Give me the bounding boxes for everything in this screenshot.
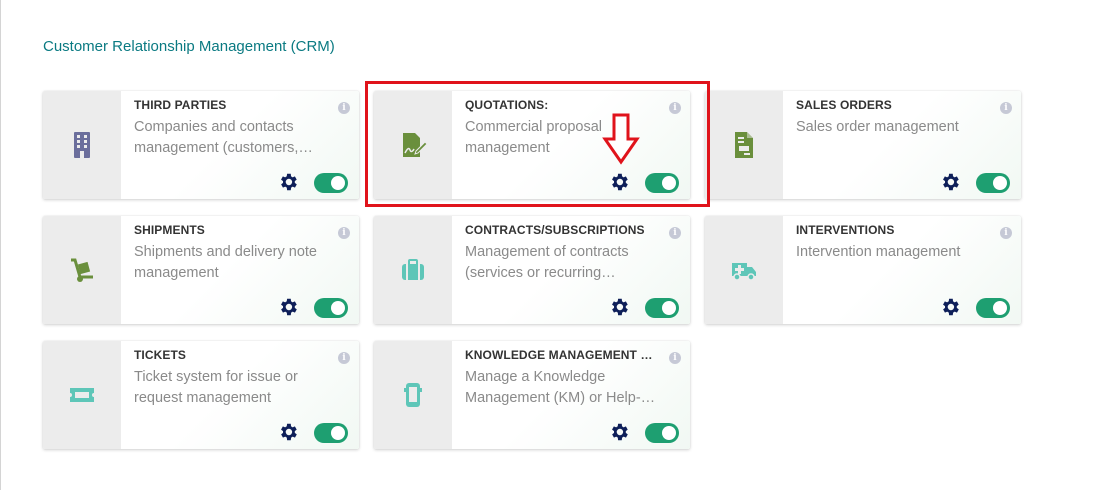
toggle-knob (662, 301, 676, 315)
module-enable-toggle[interactable] (314, 173, 348, 193)
gear-icon[interactable] (277, 171, 299, 193)
module-description: Intervention management (796, 244, 961, 260)
module-enable-toggle[interactable] (314, 298, 348, 318)
module-description: Commercial proposal management (465, 119, 602, 156)
mobile-icon (399, 381, 427, 409)
module-card-quotations: QUOTATIONS: Commercial proposal manageme… (374, 91, 690, 199)
module-icon-box (43, 216, 121, 324)
module-card-third-parties: THIRD PARTIES Companies and contacts man… (43, 91, 359, 199)
module-icon-box (43, 341, 121, 449)
module-title: INTERVENTIONS (796, 223, 895, 237)
module-icon-box (705, 216, 783, 324)
module-description: Manage a Knowledge Management (KM) or He… (465, 369, 641, 406)
module-enable-toggle[interactable] (645, 423, 679, 443)
module-card-interventions: INTERVENTIONS Intervention management i (705, 216, 1021, 324)
module-card-knowledge-management: KNOWLEDGE MANAGEMENT SY… Manage a Knowle… (374, 341, 690, 449)
building-icon (68, 131, 96, 159)
signed-document-icon (399, 131, 427, 159)
file-invoice-icon (730, 131, 758, 159)
module-description: Companies and contacts management (custo… (134, 119, 313, 156)
gear-icon[interactable] (277, 421, 299, 443)
module-title: THIRD PARTIES (134, 98, 227, 112)
module-icon-box (43, 91, 121, 199)
module-title: SALES ORDERS (796, 98, 892, 112)
section-title: Customer Relationship Management (CRM) (43, 38, 335, 55)
toggle-knob (993, 301, 1007, 315)
info-icon[interactable]: i (338, 352, 350, 364)
module-enable-toggle[interactable] (645, 298, 679, 318)
module-card-shipments: SHIPMENTS Shipments and delivery note ma… (43, 216, 359, 324)
module-description: Sales order management (796, 119, 959, 135)
toggle-knob (662, 176, 676, 190)
toggle-knob (331, 426, 345, 440)
page: Customer Relationship Management (CRM) T… (0, 0, 1112, 490)
module-description: Management of contracts (services or rec… (465, 244, 629, 281)
ticket-icon (68, 381, 96, 409)
module-enable-toggle[interactable] (645, 173, 679, 193)
module-card-sales-orders: SALES ORDERS Sales order management i (705, 91, 1021, 199)
gear-icon[interactable] (608, 296, 630, 318)
info-icon[interactable]: i (338, 227, 350, 239)
info-icon[interactable]: i (669, 352, 681, 364)
info-icon[interactable]: i (669, 102, 681, 114)
module-enable-toggle[interactable] (976, 173, 1010, 193)
suitcase-icon (399, 256, 427, 284)
toggle-knob (331, 301, 345, 315)
module-icon-box (374, 341, 452, 449)
dolly-icon (68, 256, 96, 284)
toggle-knob (993, 176, 1007, 190)
gear-icon[interactable] (277, 296, 299, 318)
info-icon[interactable]: i (1000, 102, 1012, 114)
module-enable-toggle[interactable] (976, 298, 1010, 318)
module-enable-toggle[interactable] (314, 423, 348, 443)
module-title: KNOWLEDGE MANAGEMENT SY… (465, 348, 660, 362)
module-icon-box (374, 216, 452, 324)
module-description: Shipments and delivery note management (134, 244, 317, 281)
module-card-contracts: CONTRACTS/SUBSCRIPTIONS Management of co… (374, 216, 690, 324)
module-icon-box (705, 91, 783, 199)
ambulance-icon (730, 256, 758, 284)
toggle-knob (662, 426, 676, 440)
toggle-knob (331, 176, 345, 190)
info-icon[interactable]: i (338, 102, 350, 114)
module-icon-box (374, 91, 452, 199)
module-title: CONTRACTS/SUBSCRIPTIONS (465, 223, 645, 237)
info-icon[interactable]: i (1000, 227, 1012, 239)
module-description: Ticket system for issue or request manag… (134, 369, 298, 406)
info-icon[interactable]: i (669, 227, 681, 239)
gear-icon[interactable] (608, 421, 630, 443)
module-card-tickets: TICKETS Ticket system for issue or reque… (43, 341, 359, 449)
module-title: QUOTATIONS: (465, 98, 549, 112)
gear-icon[interactable] (608, 171, 630, 193)
gear-icon[interactable] (939, 171, 961, 193)
gear-icon[interactable] (939, 296, 961, 318)
module-title: SHIPMENTS (134, 223, 205, 237)
module-title: TICKETS (134, 348, 187, 362)
